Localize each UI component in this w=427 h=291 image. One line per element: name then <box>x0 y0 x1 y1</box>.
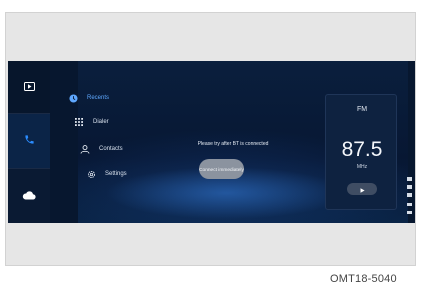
media-player-icon <box>23 78 35 96</box>
rail-item-phone[interactable] <box>8 114 50 168</box>
volume-status-icon <box>407 193 412 197</box>
keypad-icon <box>74 117 84 127</box>
menu-item-settings[interactable]: Settings <box>86 169 127 179</box>
battery-status-icon <box>407 211 412 214</box>
menu-item-dialer[interactable]: Dialer <box>74 117 109 127</box>
left-rail <box>8 61 50 223</box>
gear-icon <box>86 169 96 179</box>
contacts-icon <box>80 144 90 154</box>
play-icon <box>360 180 365 198</box>
mic-status-icon <box>407 203 412 206</box>
menu-item-label: Settings <box>105 171 127 177</box>
menu-item-contacts[interactable]: Contacts <box>80 144 123 154</box>
menu-item-label: Contacts <box>99 146 123 152</box>
radio-frequency: 87.5 <box>341 138 383 161</box>
radio-band: FM <box>356 106 368 113</box>
play-button[interactable] <box>347 183 377 195</box>
phone-icon <box>24 132 35 150</box>
rail-item-cloud[interactable] <box>8 168 50 223</box>
figure-code: OMT18-5040 <box>330 273 397 285</box>
clock-icon <box>68 93 78 103</box>
menu-item-label: Dialer <box>93 119 109 125</box>
bluetooth-message: Please try after BT is connected <box>197 141 269 147</box>
cloud-icon <box>22 187 36 205</box>
radio-widget[interactable]: FM 87.5 MHz <box>325 94 397 210</box>
signal-status-icon <box>407 185 412 189</box>
radio-unit: MHz <box>356 164 368 170</box>
connect-immediately-button[interactable]: Connect immediately <box>199 159 244 179</box>
status-icons <box>406 177 414 223</box>
menu-item-recents[interactable]: Recents <box>68 93 109 103</box>
rail-item-media[interactable] <box>8 61 50 114</box>
menu-item-label: Recents <box>87 95 110 101</box>
infotainment-screen: Recents Dialer Contacts Settings Please … <box>8 61 415 223</box>
bluetooth-status-icon <box>407 177 412 181</box>
